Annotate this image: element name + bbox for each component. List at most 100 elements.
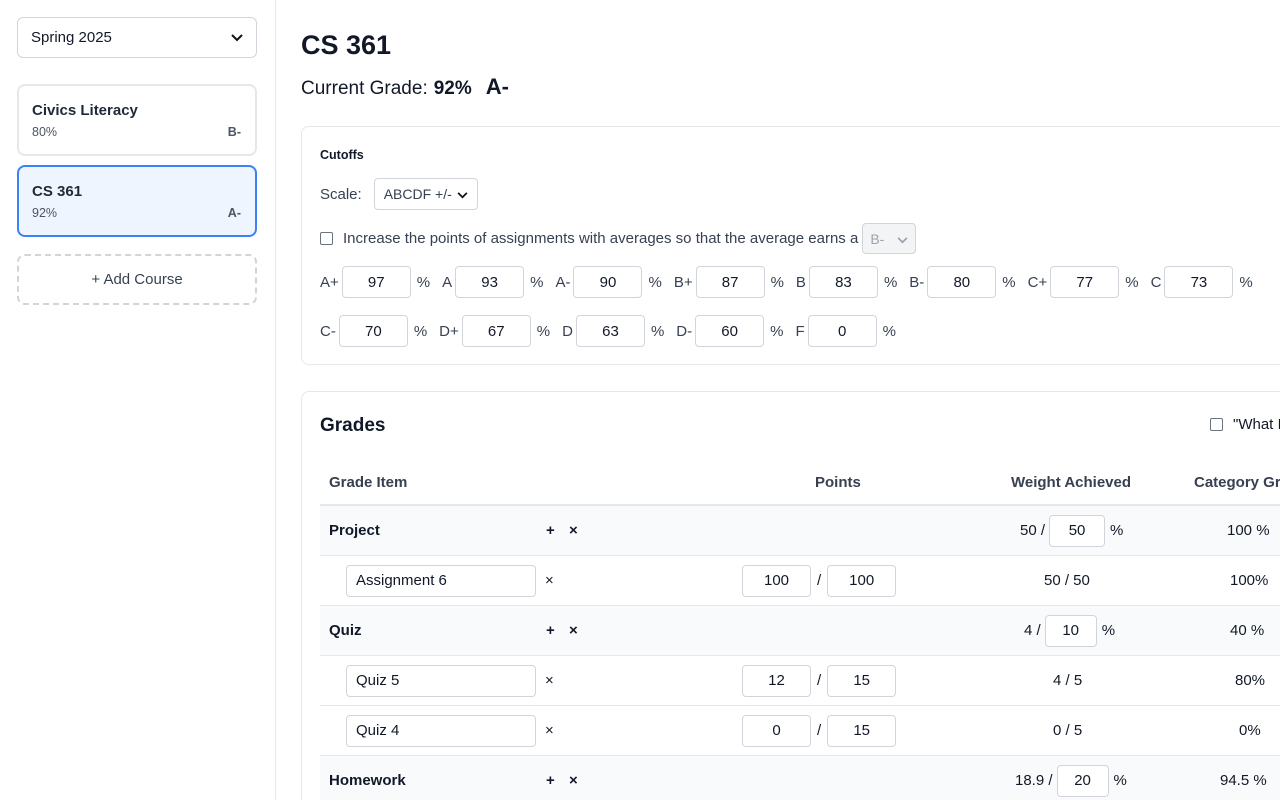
- column-header-grade-item: Grade Item: [329, 474, 408, 491]
- earned-input[interactable]: 12: [742, 664, 811, 697]
- add-course-button[interactable]: + Add Course: [17, 254, 257, 305]
- delete-item-icon[interactable]: ×: [545, 706, 554, 755]
- grades-panel: Grades "What I Grade Item Points Weight …: [301, 391, 1280, 800]
- category-weight: 50 / 50 %: [1020, 506, 1123, 555]
- category-weight: 18.9 / 20 %: [1015, 756, 1127, 800]
- percent-label: %: [1113, 772, 1127, 789]
- add-item-icon[interactable]: +: [546, 756, 555, 800]
- term-select[interactable]: Spring 2025: [17, 17, 257, 58]
- increase-checkbox[interactable]: [320, 232, 333, 245]
- earned-input[interactable]: 100: [742, 564, 811, 597]
- cutoffs-title: Cutoffs: [320, 148, 364, 162]
- cutoff-input-b-minus[interactable]: 80: [927, 266, 997, 298]
- course-letter: B-: [227, 125, 241, 139]
- item-weight: 0 / 5: [1053, 722, 1083, 739]
- weight-achieved: 50 /: [1020, 522, 1046, 539]
- category-grade: 40 %: [1230, 622, 1265, 639]
- cutoff-grade-label: A: [442, 273, 453, 291]
- cutoff-grade-label: D: [562, 322, 573, 340]
- cutoff-row-1: A+ 97% A 93% A- 90% B+ 87% B 83% B- 80% C+ 77% …: [320, 266, 1265, 298]
- possible-input[interactable]: 15: [827, 664, 897, 697]
- course-card-cs-361[interactable]: CS 361 92% A-: [17, 165, 257, 237]
- slash: /: [817, 722, 822, 739]
- cutoff-input-d-plus[interactable]: 67: [461, 315, 531, 347]
- chevron-down-icon: [897, 231, 908, 247]
- percent-label: %: [650, 322, 665, 340]
- cutoff-grade-label: B-: [909, 273, 925, 291]
- percent-label: %: [1110, 522, 1124, 539]
- cutoff-input-d-minus[interactable]: 60: [695, 315, 765, 347]
- cutoff-input-b[interactable]: 83: [808, 266, 878, 298]
- possible-input[interactable]: 100: [827, 564, 897, 597]
- course-percent: 80%: [32, 125, 58, 139]
- column-header-category-grade: Category Gra: [1194, 474, 1280, 491]
- what-if-label: "What I: [1233, 416, 1280, 433]
- weight-input[interactable]: 10: [1044, 614, 1097, 647]
- percent-label: %: [1002, 273, 1016, 291]
- weight-input[interactable]: 20: [1056, 764, 1109, 797]
- column-header-points: Points: [815, 474, 861, 491]
- item-grade: 0%: [1239, 722, 1261, 739]
- cutoff-grade-label: C: [1150, 273, 1162, 291]
- cutoff-input-d[interactable]: 63: [575, 315, 645, 347]
- item-grade: 100%: [1230, 572, 1269, 589]
- delete-item-icon[interactable]: ×: [545, 556, 554, 605]
- item-name-input[interactable]: Assignment 6: [346, 564, 536, 597]
- scale-select-value: ABCDF +/-: [383, 186, 452, 202]
- cutoff-input-b-plus[interactable]: 87: [695, 266, 765, 298]
- current-grade-percent: 92%: [433, 78, 472, 99]
- cutoff-grade-label: D+: [439, 322, 459, 340]
- add-item-icon[interactable]: +: [546, 506, 555, 555]
- earned-input[interactable]: 0: [742, 714, 811, 747]
- chevron-down-icon: [457, 186, 468, 202]
- delete-item-icon[interactable]: ×: [545, 656, 554, 705]
- item-name-input[interactable]: Quiz 4: [346, 714, 536, 747]
- delete-category-icon[interactable]: ×: [569, 606, 578, 655]
- percent-label: %: [536, 322, 551, 340]
- category-row-project: Project + × 50 / 50 % 100 %: [320, 506, 1280, 556]
- percent-label: %: [1239, 273, 1253, 291]
- percent-label: %: [770, 322, 784, 340]
- cutoff-input-c-plus[interactable]: 77: [1050, 266, 1120, 298]
- what-if-toggle[interactable]: "What I: [1210, 416, 1280, 433]
- weight-input[interactable]: 50: [1049, 514, 1106, 547]
- cutoff-grade-label: B+: [673, 273, 693, 291]
- percent-label: %: [1125, 273, 1139, 291]
- cutoff-input-a-minus[interactable]: 90: [573, 266, 643, 298]
- delete-category-icon[interactable]: ×: [569, 506, 578, 555]
- course-percent: 92%: [32, 206, 58, 220]
- course-card-civics-literacy[interactable]: Civics Literacy 80% B-: [17, 84, 257, 156]
- cutoffs-panel: Cutoffs Scale: ABCDF +/- Increase the po…: [301, 126, 1280, 365]
- cutoff-input-c-minus[interactable]: 70: [338, 315, 408, 347]
- current-grade: Current Grade: 92% A-: [301, 74, 509, 100]
- possible-input[interactable]: 15: [827, 714, 897, 747]
- sidebar: Spring 2025 Civics Literacy 80% B- CS 36…: [0, 0, 276, 800]
- cutoff-input-a[interactable]: 93: [455, 266, 525, 298]
- item-grade: 80%: [1235, 672, 1266, 689]
- scale-label: Scale:: [320, 185, 362, 203]
- percent-label: %: [530, 273, 544, 291]
- increase-grade-select: B-: [862, 223, 917, 254]
- percent-label: %: [882, 322, 896, 340]
- percent-label: %: [416, 273, 431, 291]
- increase-label: Increase the points of assignments with …: [343, 230, 859, 247]
- cutoff-grade-label: A+: [320, 273, 339, 291]
- delete-category-icon[interactable]: ×: [569, 756, 578, 800]
- scale-select[interactable]: ABCDF +/-: [373, 178, 478, 210]
- cutoff-input-f[interactable]: 0: [807, 315, 877, 347]
- item-weight: 4 / 5: [1053, 672, 1083, 689]
- cutoff-input-a-plus[interactable]: 97: [341, 266, 411, 298]
- cutoff-grade-label: F: [795, 322, 805, 340]
- category-grade: 94.5 %: [1220, 772, 1267, 789]
- cutoff-grade-label: D-: [676, 322, 693, 340]
- category-name: Project: [329, 522, 380, 539]
- category-row-quiz: Quiz + × 4 / 10 % 40 %: [320, 606, 1280, 656]
- course-letter: A-: [227, 206, 241, 220]
- item-name-input[interactable]: Quiz 5: [346, 664, 536, 697]
- percent-label: %: [770, 273, 784, 291]
- add-item-icon[interactable]: +: [546, 606, 555, 655]
- what-if-checkbox[interactable]: [1210, 418, 1223, 431]
- current-grade-letter: A-: [485, 74, 509, 99]
- cutoff-input-c[interactable]: 73: [1164, 266, 1234, 298]
- item-weight: 50 / 50: [1044, 572, 1090, 589]
